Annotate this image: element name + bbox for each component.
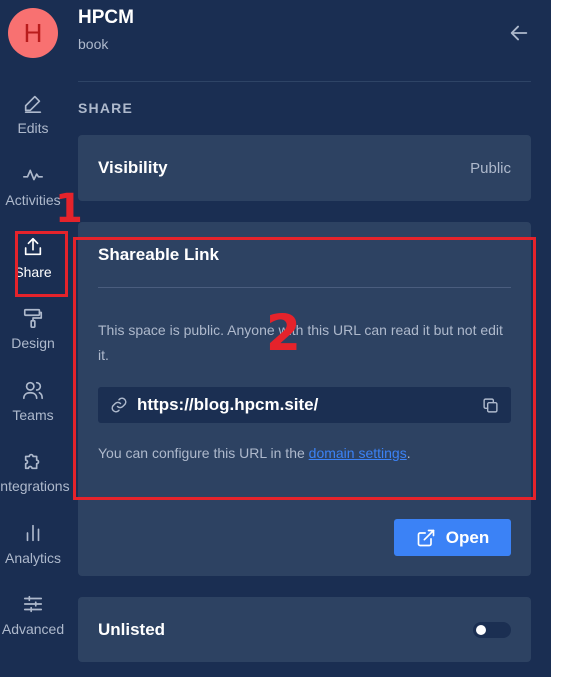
sidebar-item-label: Activities	[5, 192, 61, 208]
visibility-value: Public	[470, 159, 511, 177]
activity-icon	[23, 169, 43, 181]
sidebar-item-advanced[interactable]: Advanced	[0, 593, 66, 637]
open-button-label: Open	[445, 527, 490, 547]
toggle-knob	[476, 624, 486, 635]
sidebar-item-edits[interactable]: Edits	[0, 92, 66, 136]
annotation-label-2: 2	[266, 304, 301, 362]
sidebar-item-label: Integrations	[0, 478, 70, 494]
sidebar-item-design[interactable]: Design	[0, 307, 66, 351]
sidebar-item-label: Edits	[17, 120, 49, 136]
open-button[interactable]: Open	[394, 519, 511, 556]
section-title: SHARE	[78, 100, 134, 116]
annotation-box-2	[73, 237, 536, 500]
sliders-icon	[23, 595, 43, 613]
avatar[interactable]: H	[8, 8, 58, 58]
sidebar-item-label: Advanced	[1, 621, 65, 637]
annotation-box-1	[15, 231, 68, 297]
unlisted-label: Unlisted	[98, 619, 166, 639]
header-divider	[78, 81, 531, 82]
unlisted-toggle[interactable]	[473, 621, 511, 638]
sidebar-item-label: Teams	[12, 407, 54, 423]
arrow-left-icon[interactable]	[508, 22, 530, 44]
sidebar-item-label: Design	[11, 335, 55, 351]
sidebar-item-label: Analytics	[4, 550, 62, 566]
space-type: book	[78, 36, 109, 52]
sidebar-item-integrations[interactable]: Integrations	[0, 450, 70, 494]
sidebar-item-teams[interactable]: Teams	[0, 379, 66, 423]
external-link-icon	[417, 529, 435, 546]
annotation-label-1: 1	[55, 186, 83, 232]
users-icon	[23, 381, 43, 400]
puzzle-icon	[24, 453, 40, 470]
paint-roller-icon	[23, 308, 43, 328]
pencil-icon	[24, 95, 42, 113]
visibility-label: Visibility	[98, 158, 168, 177]
bar-chart-icon	[26, 524, 40, 542]
unlisted-card: Unlisted	[78, 597, 531, 662]
visibility-card[interactable]: Visibility Public	[78, 135, 531, 201]
space-name: HPCM	[78, 7, 134, 28]
sidebar-item-analytics[interactable]: Analytics	[0, 522, 66, 566]
sidebar-nav: H Edits Activities Share Design Teams In…	[0, 0, 70, 677]
